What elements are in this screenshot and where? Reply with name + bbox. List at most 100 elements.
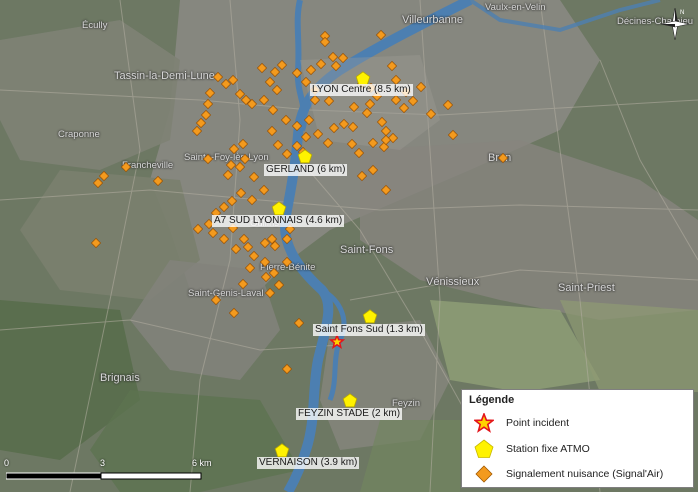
report-marker-25[interactable]	[202, 98, 214, 110]
report-marker-28[interactable]	[191, 125, 203, 137]
report-marker-78[interactable]	[235, 187, 247, 199]
report-marker-12[interactable]	[256, 62, 268, 74]
report-marker-62[interactable]	[364, 98, 376, 110]
report-marker-32[interactable]	[303, 114, 315, 126]
report-marker-6[interactable]	[315, 58, 327, 70]
report-marker-75[interactable]	[248, 171, 260, 183]
report-marker-8[interactable]	[291, 67, 303, 79]
report-marker-83[interactable]	[192, 223, 204, 235]
report-marker-72[interactable]	[239, 153, 251, 165]
report-marker-26[interactable]	[200, 109, 212, 121]
report-marker-5[interactable]	[337, 52, 349, 64]
report-marker-73[interactable]	[202, 153, 214, 165]
report-marker-15[interactable]	[264, 76, 276, 88]
report-marker-77[interactable]	[246, 194, 258, 206]
station-marker-lyon-centre[interactable]	[355, 71, 371, 86]
station-marker-a7-sud[interactable]	[271, 201, 287, 216]
report-marker-114[interactable]	[497, 152, 509, 164]
report-marker-111[interactable]	[92, 177, 104, 189]
report-marker-43[interactable]	[347, 121, 359, 133]
report-marker-87[interactable]	[238, 233, 250, 245]
report-marker-34[interactable]	[322, 137, 334, 149]
report-marker-104[interactable]	[210, 294, 222, 306]
report-marker-7[interactable]	[305, 64, 317, 76]
report-marker-11[interactable]	[323, 95, 335, 107]
station-marker-saint-fons-sud[interactable]	[362, 309, 378, 324]
report-marker-94[interactable]	[281, 233, 293, 245]
report-marker-79[interactable]	[226, 195, 238, 207]
report-marker-56[interactable]	[425, 108, 437, 120]
report-marker-27[interactable]	[195, 117, 207, 129]
report-marker-2[interactable]	[375, 29, 387, 41]
report-marker-97[interactable]	[260, 271, 272, 283]
report-marker-38[interactable]	[281, 148, 293, 160]
report-marker-105[interactable]	[228, 307, 240, 319]
report-marker-90[interactable]	[248, 250, 260, 262]
report-marker-57[interactable]	[442, 99, 454, 111]
report-marker-55[interactable]	[407, 95, 419, 107]
report-marker-74[interactable]	[222, 169, 234, 181]
station-marker-feyzin-stade[interactable]	[342, 393, 358, 408]
report-marker-116[interactable]	[330, 60, 342, 72]
report-marker-117[interactable]	[309, 94, 321, 106]
report-marker-54[interactable]	[398, 102, 410, 114]
report-marker-14[interactable]	[276, 59, 288, 71]
station-marker-vernaison[interactable]	[274, 443, 290, 458]
report-marker-69[interactable]	[228, 143, 240, 155]
report-marker-58[interactable]	[415, 81, 427, 93]
map-view[interactable]: Écully Tassin-la-Demi-Lune Villeurbanne …	[0, 0, 698, 492]
report-marker-88[interactable]	[230, 243, 242, 255]
report-marker-39[interactable]	[272, 139, 284, 151]
report-marker-30[interactable]	[280, 114, 292, 126]
report-marker-107[interactable]	[281, 363, 293, 375]
report-marker-50[interactable]	[346, 138, 358, 150]
report-marker-49[interactable]	[353, 147, 365, 159]
report-marker-67[interactable]	[380, 184, 392, 196]
report-marker-71[interactable]	[234, 161, 246, 173]
report-marker-13[interactable]	[269, 66, 281, 78]
report-marker-106[interactable]	[293, 317, 305, 329]
report-marker-68[interactable]	[237, 138, 249, 150]
report-marker-65[interactable]	[367, 164, 379, 176]
report-marker-33[interactable]	[312, 128, 324, 140]
report-marker-96[interactable]	[244, 262, 256, 274]
report-marker-109[interactable]	[120, 161, 132, 173]
report-marker-35[interactable]	[300, 131, 312, 143]
report-marker-42[interactable]	[338, 118, 350, 130]
report-marker-100[interactable]	[281, 256, 293, 268]
report-marker-16[interactable]	[271, 84, 283, 96]
report-marker-36[interactable]	[291, 140, 303, 152]
report-marker-23[interactable]	[212, 71, 224, 83]
report-marker-41[interactable]	[328, 122, 340, 134]
report-marker-29[interactable]	[267, 104, 279, 116]
report-marker-20[interactable]	[234, 88, 246, 100]
report-marker-63[interactable]	[361, 107, 373, 119]
report-marker-17[interactable]	[258, 94, 270, 106]
report-marker-80[interactable]	[218, 201, 230, 213]
report-marker-99[interactable]	[273, 279, 285, 291]
report-marker-89[interactable]	[242, 241, 254, 253]
report-marker-70[interactable]	[225, 159, 237, 171]
report-marker-115[interactable]	[319, 36, 331, 48]
report-marker-3[interactable]	[386, 60, 398, 72]
report-marker-4[interactable]	[327, 51, 339, 63]
report-marker-103[interactable]	[264, 287, 276, 299]
report-marker-64[interactable]	[348, 101, 360, 113]
report-marker-108[interactable]	[152, 175, 164, 187]
report-marker-40[interactable]	[266, 125, 278, 137]
report-marker-53[interactable]	[390, 94, 402, 106]
report-marker-76[interactable]	[258, 184, 270, 196]
report-marker-110[interactable]	[98, 170, 110, 182]
incident-marker[interactable]	[328, 333, 346, 349]
report-marker-48[interactable]	[367, 137, 379, 149]
report-marker-98[interactable]	[268, 267, 280, 279]
report-marker-102[interactable]	[237, 278, 249, 290]
report-marker-112[interactable]	[90, 237, 102, 249]
report-marker-101[interactable]	[259, 256, 271, 268]
report-marker-66[interactable]	[356, 170, 368, 182]
report-marker-45[interactable]	[380, 125, 392, 137]
report-marker-84[interactable]	[207, 227, 219, 239]
report-marker-85[interactable]	[218, 233, 230, 245]
report-marker-113[interactable]	[447, 129, 459, 141]
report-marker-24[interactable]	[204, 87, 216, 99]
